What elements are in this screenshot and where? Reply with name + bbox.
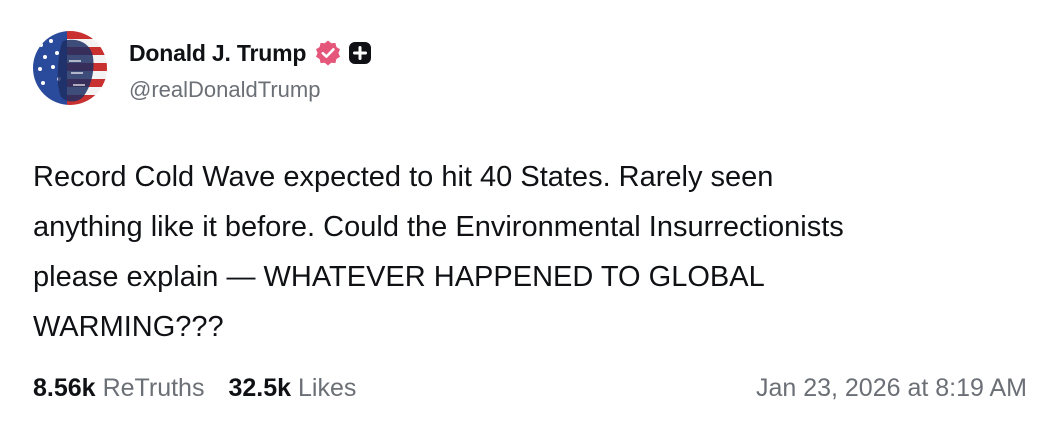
post-body: Record Cold Wave expected to hit 40 Stat…: [33, 152, 1023, 352]
truth-post-card: Donald J. Trump @realDonaldTrump Record …: [0, 0, 1054, 434]
retruths-stat[interactable]: 8.56k ReTruths: [33, 374, 204, 403]
likes-count: 32.5k: [228, 373, 292, 402]
retruths-count: 8.56k: [33, 373, 96, 402]
likes-label: Likes: [298, 373, 357, 402]
display-name[interactable]: Donald J. Trump: [129, 40, 306, 67]
verified-badge-icon: [314, 39, 342, 67]
post-line: WARMING???: [33, 311, 224, 343]
username-handle[interactable]: @realDonaldTrump: [129, 77, 320, 103]
retruths-label: ReTruths: [102, 373, 205, 402]
post-footer: 8.56k ReTruths 32.5k Likes Jan 23, 2026 …: [33, 368, 1027, 408]
plus-badge-icon: [348, 41, 372, 65]
post-line: anything like it before. Could the Envir…: [33, 211, 844, 243]
post-timestamp[interactable]: Jan 23, 2026 at 8:19 AM: [756, 374, 1027, 403]
avatar-image: [33, 31, 107, 105]
likes-stat[interactable]: 32.5k Likes: [228, 374, 356, 403]
post-line: please explain — WHATEVER HAPPENED TO GL…: [33, 261, 765, 293]
post-line: Record Cold Wave expected to hit 40 Stat…: [33, 161, 774, 193]
author-name-row: Donald J. Trump: [129, 36, 372, 70]
avatar[interactable]: [33, 31, 107, 105]
